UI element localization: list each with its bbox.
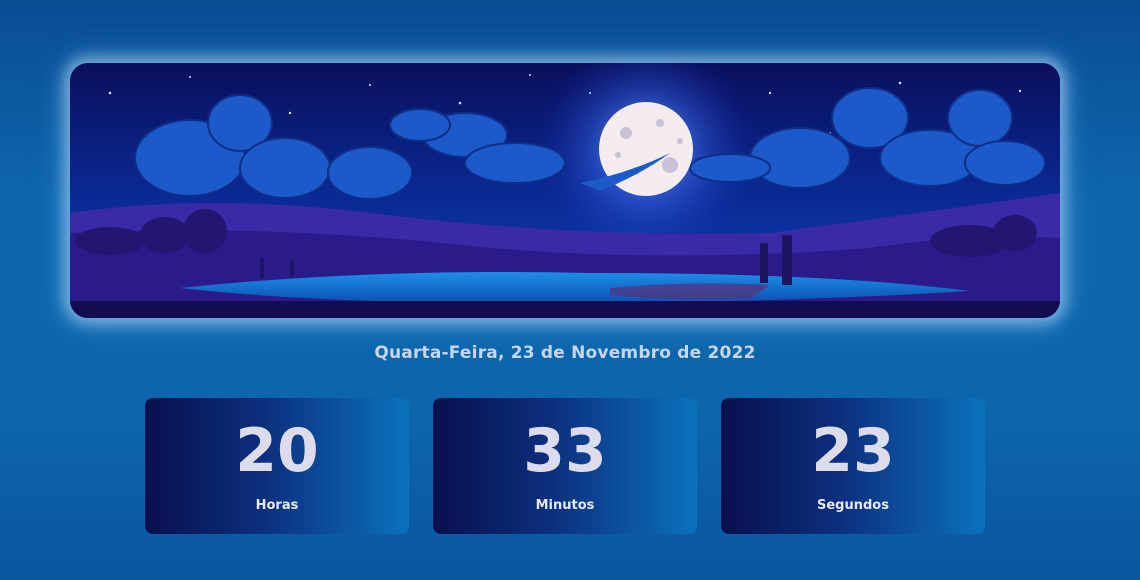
- hours-card: 20 Horas: [145, 398, 409, 534]
- seconds-value: 23: [811, 416, 895, 486]
- seconds-card: 23 Segundos: [721, 398, 985, 534]
- minutes-card: 33 Minutos: [433, 398, 697, 534]
- current-date: Quarta-Feira, 23 de Novembro de 2022: [374, 343, 756, 363]
- night-landscape-banner: [70, 63, 1060, 318]
- hours-label: Horas: [255, 498, 299, 513]
- minutes-label: Minutos: [535, 498, 595, 513]
- minutes-value: 33: [523, 416, 607, 486]
- hours-value: 20: [235, 416, 319, 486]
- night-landscape-image: [70, 63, 1060, 318]
- seconds-label: Segundos: [817, 498, 889, 513]
